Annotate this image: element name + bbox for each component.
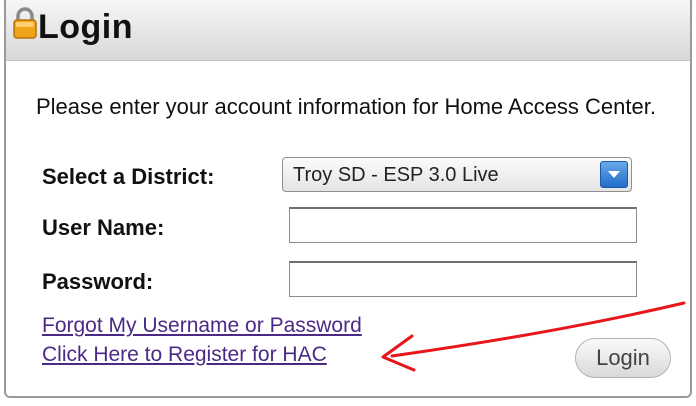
annotation-arrow [381, 301, 686, 372]
